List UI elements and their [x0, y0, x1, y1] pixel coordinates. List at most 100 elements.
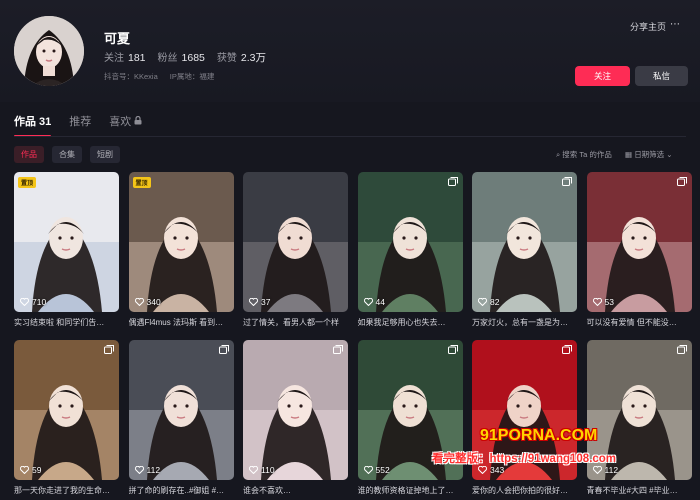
tab-likes-label: 喜欢: [109, 116, 132, 128]
heart-icon: [592, 298, 602, 306]
douyin-id: 抖音号：KKexia: [104, 72, 158, 81]
like-count-value: 112: [604, 465, 619, 475]
video-thumbnail[interactable]: 59: [14, 340, 119, 480]
tab-recommend[interactable]: 推荐: [69, 113, 91, 137]
pinned-badge: 置顶: [18, 177, 37, 188]
like-count-value: 340: [146, 297, 161, 307]
video-caption[interactable]: 爱你的人会把你拍的很好…: [472, 485, 577, 496]
video-thumbnail[interactable]: 44: [357, 172, 463, 312]
video-card[interactable]: 343 爱你的人会把你拍的很好…: [472, 340, 577, 496]
like-count: 53: [592, 297, 614, 307]
video-thumbnail[interactable]: 37: [243, 172, 348, 312]
like-count-value: 37: [261, 297, 271, 307]
video-caption[interactable]: 可以没有爱情 但不能没…: [587, 317, 692, 328]
like-count: 59: [20, 465, 41, 475]
collection-icon: [447, 345, 458, 354]
heart-icon: [363, 466, 373, 474]
heart-icon: [249, 298, 258, 306]
video-card[interactable]: 112 拼了命的刷存在..#御姐 #…: [128, 340, 234, 496]
lock-icon: [134, 115, 142, 127]
following-count: 181: [128, 52, 146, 64]
video-card[interactable]: 置顶 340 偶遇Fl4mus 法玛斯 看到…: [128, 172, 234, 328]
video-thumbnail[interactable]: 置顶 340: [128, 172, 234, 312]
watermark-url: 看完整版：https://91wang108.com: [432, 453, 617, 465]
follow-button[interactable]: 关注: [575, 66, 630, 86]
profile-header: 可夏 关注 181 粉丝 1685 获赞 2.3万 抖音号：KKexia IP属地：福…: [0, 0, 700, 102]
work-filter-chips: 作品 合集 短剧: [14, 146, 120, 163]
chip-works[interactable]: 作品: [14, 146, 44, 163]
tab-likes[interactable]: 喜欢: [109, 113, 142, 137]
video-thumbnail[interactable]: 110: [243, 340, 348, 480]
collection-icon: [104, 345, 114, 354]
tab-works[interactable]: 作品 31: [14, 113, 52, 137]
watermark-site: 91PORNA.COM: [480, 427, 598, 444]
heart-icon: [134, 466, 144, 474]
like-count-value: 110: [261, 465, 275, 475]
collection-icon: [676, 345, 687, 354]
followers-stat[interactable]: 粉丝 1685: [158, 49, 205, 65]
video-caption[interactable]: 谁的教师资格证掉地上了…: [358, 485, 463, 496]
collection-icon: [562, 345, 572, 354]
more-dots-icon[interactable]: ⋯: [670, 19, 680, 30]
like-count-value: 44: [375, 297, 385, 307]
collection-icon: [218, 345, 229, 354]
video-card[interactable]: 112 青春不毕业#大四 #毕业…: [586, 340, 692, 496]
video-caption[interactable]: 偶遇Fl4mus 法玛斯 看到…: [129, 317, 234, 328]
video-card[interactable]: 44 如果我足够用心也失去…: [357, 172, 463, 328]
chip-collections[interactable]: 合集: [52, 146, 82, 163]
following-stat[interactable]: 关注 181: [104, 49, 146, 65]
heart-icon: [363, 298, 373, 306]
pinned-badge: 置顶: [132, 177, 151, 188]
video-caption[interactable]: 谁会不喜欢…: [243, 485, 348, 496]
chip-short-dramas[interactable]: 短剧: [90, 146, 120, 163]
video-thumbnail[interactable]: 置顶 710: [14, 172, 119, 312]
video-card[interactable]: 59 那一天你走进了我的生命…: [14, 340, 119, 496]
like-count-value: 552: [375, 465, 390, 475]
video-thumbnail[interactable]: 82: [472, 172, 577, 312]
ip-location: IP属地：福建: [169, 72, 215, 81]
like-count-value: 112: [146, 465, 161, 475]
video-caption[interactable]: 青春不毕业#大四 #毕业…: [587, 485, 692, 496]
following-label: 关注: [104, 53, 124, 64]
collection-icon: [333, 345, 343, 354]
like-count: 110: [249, 465, 275, 475]
video-caption[interactable]: 实习结束啦 和同学们告…: [14, 317, 119, 328]
likes-label: 获赞: [216, 53, 237, 64]
video-card[interactable]: 82 万家灯火，总有一盏是为…: [472, 172, 577, 328]
video-caption[interactable]: 拼了命的刷存在..#御姐 #…: [129, 485, 234, 496]
date-filter-dropdown[interactable]: ▦ 日期筛选 ⌄: [625, 149, 673, 160]
like-count: 112: [592, 465, 619, 475]
heart-icon: [20, 466, 29, 474]
like-count-value: 343: [490, 465, 505, 475]
video-card[interactable]: 置顶 710 实习结束啦 和同学们告…: [14, 172, 119, 328]
heart-icon: [134, 298, 144, 306]
video-caption[interactable]: 过了情关，看男人都一个样: [243, 317, 348, 328]
followers-count: 1685: [181, 52, 205, 64]
search-works-label: 搜索 Ta 的作品: [562, 150, 612, 159]
heart-icon: [478, 466, 487, 474]
share-profile-link[interactable]: 分享主页: [630, 20, 666, 33]
video-caption[interactable]: 那一天你走进了我的生命…: [14, 485, 119, 496]
video-card[interactable]: 552 谁的教师资格证掉地上了…: [357, 340, 463, 496]
collection-icon: [447, 177, 458, 186]
video-caption[interactable]: 万家灯火，总有一盏是为…: [472, 317, 577, 328]
heart-icon: [478, 298, 487, 306]
heart-icon: [249, 466, 258, 474]
collection-icon: [562, 177, 572, 186]
collection-icon: [676, 177, 687, 186]
likes-count: 2.3万: [240, 52, 266, 64]
video-card[interactable]: 37 过了情关，看男人都一个样: [243, 172, 348, 328]
video-thumbnail[interactable]: 53: [586, 172, 692, 312]
video-caption[interactable]: 如果我足够用心也失去…: [358, 317, 463, 328]
video-card[interactable]: 110 谁会不喜欢…: [243, 340, 348, 496]
like-count-value: 710: [32, 297, 47, 307]
tabs-divider: [14, 136, 686, 137]
calendar-icon: ▦: [625, 150, 633, 159]
search-works-button[interactable]: ⌕ 搜索 Ta 的作品: [556, 149, 612, 160]
avatar[interactable]: [14, 16, 84, 86]
heart-icon: [592, 466, 602, 474]
video-thumbnail[interactable]: 112: [128, 340, 234, 480]
like-count-value: 82: [490, 297, 500, 307]
message-button[interactable]: 私信: [635, 66, 688, 86]
video-card[interactable]: 53 可以没有爱情 但不能没…: [586, 172, 692, 328]
